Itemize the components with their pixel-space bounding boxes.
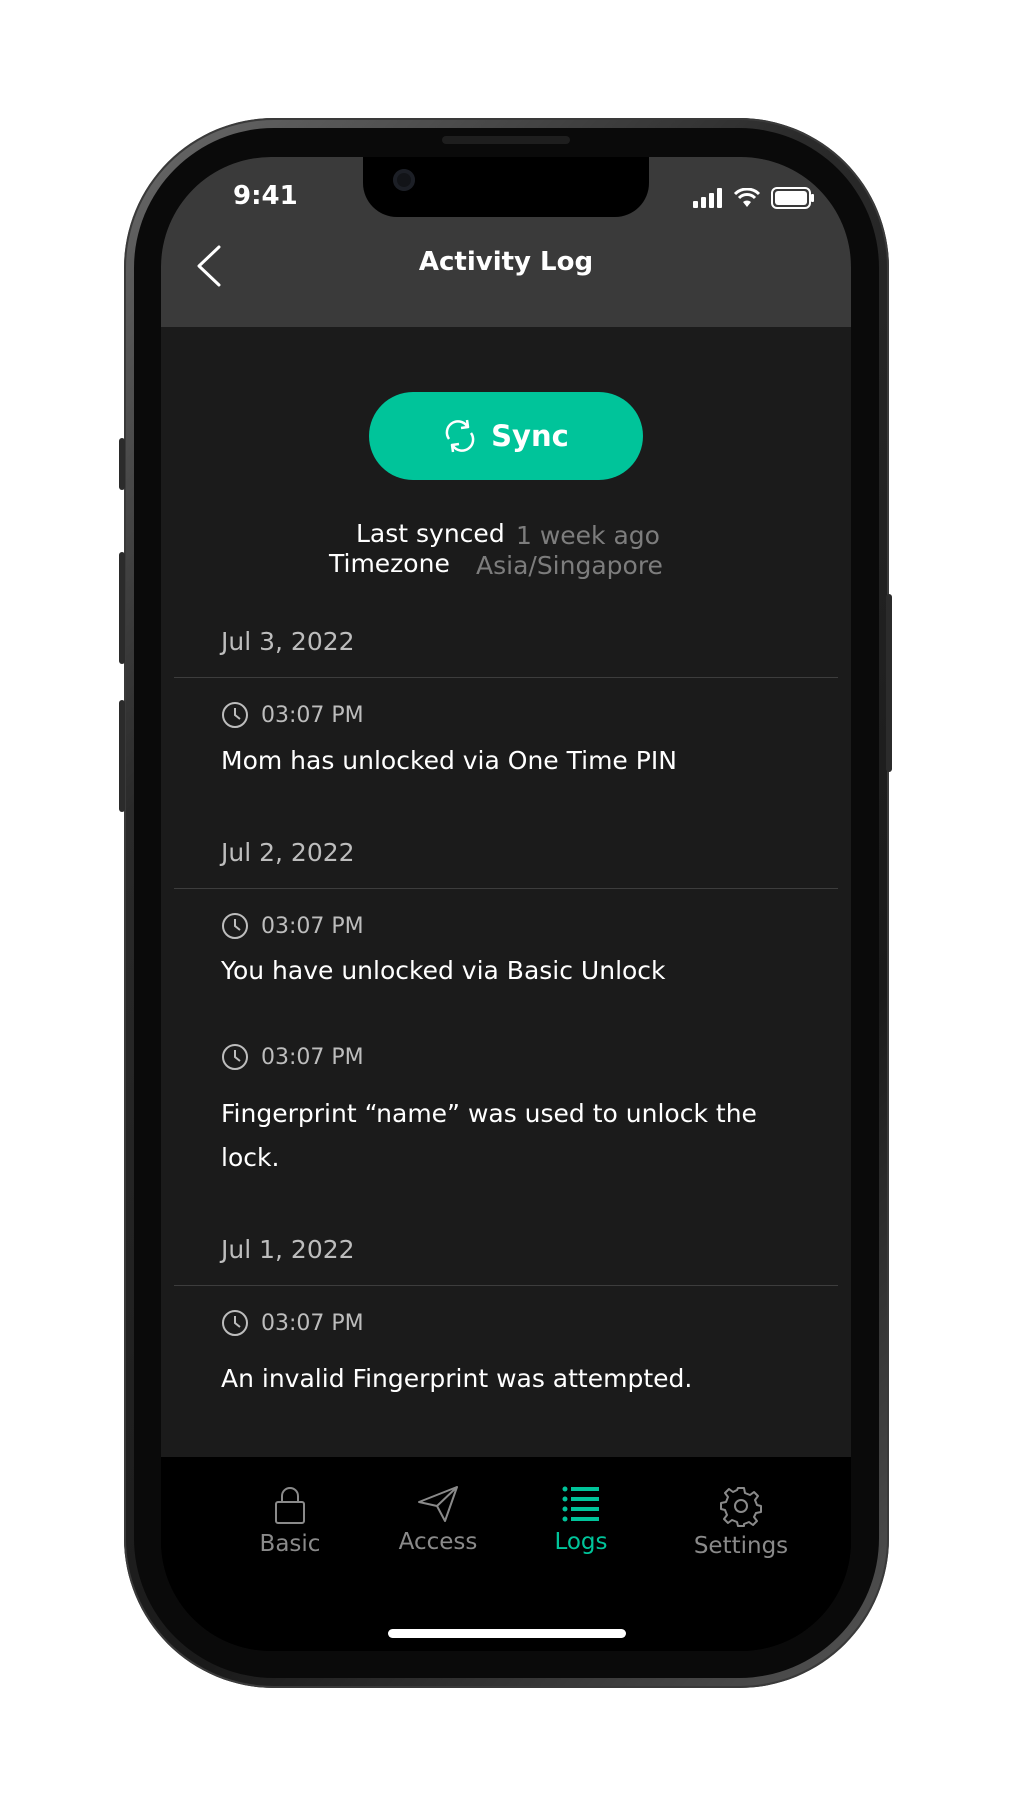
log-time-text: 03:07 PM [261, 913, 364, 939]
cellular-signal-icon [693, 188, 722, 208]
send-icon [418, 1486, 458, 1522]
log-entry-text: An invalid Fingerprint was attempted. [221, 1364, 693, 1393]
tab-access[interactable]: Access [368, 1485, 508, 1555]
lock-icon [275, 1487, 305, 1524]
gear-icon [720, 1487, 762, 1527]
date-header: Jul 2, 2022 [221, 838, 355, 867]
battery-icon [771, 187, 814, 209]
log-entry-text: Mom has unlocked via One Time PIN [221, 746, 677, 775]
clock-icon [222, 702, 248, 728]
volume-up-button [119, 552, 125, 664]
divider [174, 1285, 838, 1286]
log-time-text: 03:07 PM [261, 702, 364, 728]
log-entry-time: 03:07 PM [221, 701, 364, 729]
log-entry-time: 03:07 PM [221, 1043, 364, 1071]
tab-logs[interactable]: Logs [511, 1485, 651, 1555]
tab-access-label: Access [398, 1529, 478, 1555]
notch [363, 157, 649, 217]
power-button [886, 594, 892, 772]
tab-basic[interactable]: Basic [220, 1485, 360, 1557]
status-icons [693, 187, 815, 209]
page-title: Activity Log [418, 247, 594, 277]
log-time-text: 03:07 PM [261, 1310, 364, 1336]
timezone-value: Asia/Singapore [476, 551, 663, 580]
sync-button[interactable]: Sync [369, 392, 643, 480]
clock-icon [222, 1310, 248, 1336]
sync-label: Sync [491, 419, 569, 453]
phone-screen: 9:41 Activity Log Sync Last synced 1 wee… [161, 157, 851, 1651]
status-time: 9:41 [233, 181, 298, 211]
list-icon [562, 1486, 599, 1522]
mute-switch [119, 438, 125, 490]
bottom-tab-bar: Basic Access Logs Settings [161, 1457, 851, 1651]
date-header: Jul 1, 2022 [221, 1235, 355, 1264]
log-entry-text: Fingerprint “name” was used to unlock th… [221, 1099, 757, 1172]
sync-icon [445, 419, 475, 453]
tab-settings-label: Settings [693, 1533, 789, 1559]
earpiece-speaker [442, 136, 570, 144]
timezone-label: Timezone [329, 549, 450, 578]
home-indicator[interactable] [388, 1629, 626, 1638]
tab-basic-label: Basic [259, 1531, 321, 1557]
divider [174, 677, 838, 678]
tab-logs-label: Logs [554, 1529, 608, 1555]
log-time-text: 03:07 PM [261, 1044, 364, 1070]
tab-settings[interactable]: Settings [671, 1485, 811, 1559]
divider [174, 888, 838, 889]
date-header: Jul 3, 2022 [221, 627, 355, 656]
front-camera [393, 169, 415, 191]
wifi-icon [733, 188, 761, 207]
last-synced-label: Last synced [356, 519, 505, 548]
log-entry-text: You have unlocked via Basic Unlock [221, 956, 666, 985]
clock-icon [222, 913, 248, 939]
log-entry-time: 03:07 PM [221, 1309, 364, 1337]
volume-down-button [119, 700, 125, 812]
clock-icon [222, 1044, 248, 1070]
last-synced-value: 1 week ago [516, 521, 660, 550]
activity-log-content[interactable]: Sync Last synced 1 week ago Timezone Asi… [161, 327, 851, 1457]
log-entry-time: 03:07 PM [221, 912, 364, 940]
